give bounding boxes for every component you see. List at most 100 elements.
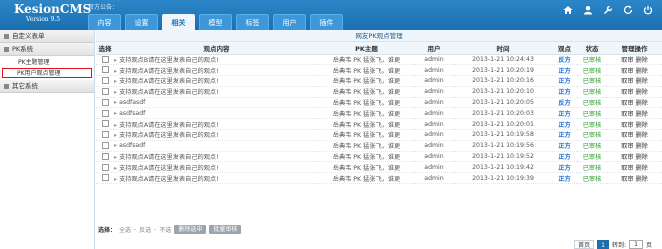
- unapprove-link[interactable]: 取审: [621, 100, 633, 107]
- tab-related[interactable]: 相关: [162, 14, 195, 30]
- row-topic: 岳典韦 PK 猛张飞，谁更: [319, 161, 414, 174]
- user-icon[interactable]: [582, 4, 594, 16]
- delete-link[interactable]: 删除: [635, 68, 647, 75]
- row-time: 2013-1-21 10:19:58: [454, 129, 552, 141]
- delete-link[interactable]: 删除: [635, 176, 647, 183]
- col-header-user: 用户: [414, 42, 454, 55]
- delete-link[interactable]: 删除: [635, 111, 647, 118]
- row-select-cell: [96, 97, 114, 109]
- row-status: 已审核: [577, 75, 607, 87]
- delete-link[interactable]: 删除: [635, 100, 647, 107]
- row-checkbox[interactable]: [101, 88, 109, 96]
- tab-model[interactable]: 模型: [199, 14, 232, 30]
- first-page-link[interactable]: 首页: [574, 240, 595, 249]
- row-checkbox[interactable]: [101, 152, 109, 160]
- delete-link[interactable]: 删除: [635, 122, 647, 129]
- row-content: ▸ 支持观点A请在这里发表自己的观点!: [114, 172, 319, 185]
- delete-link[interactable]: 删除: [635, 78, 647, 85]
- row-checkbox[interactable]: [101, 109, 109, 117]
- delete-link[interactable]: 删除: [635, 132, 647, 139]
- row-side: 正方: [552, 140, 577, 152]
- unapprove-link[interactable]: 取审: [621, 57, 633, 64]
- row-side: 反方: [552, 54, 577, 66]
- sidebar-group-other[interactable]: 其它系统: [0, 80, 94, 93]
- row-checkbox[interactable]: [101, 98, 109, 106]
- tab-settings[interactable]: 设置: [125, 14, 158, 30]
- current-page[interactable]: 1: [597, 240, 609, 249]
- table-row: ▸ asdfasdf 岳典韦 PK 猛张飞，谁更 admin 2013-1-21 10…: [96, 97, 662, 109]
- row-content: ▸ asdfsadf: [114, 107, 319, 120]
- table-row: ▸ 支持观点B请在这里发表自己的观点! 岳典韦 PK 猛张飞，谁更 admin 201…: [96, 54, 662, 66]
- tab-users[interactable]: 用户: [273, 14, 306, 30]
- unapprove-link[interactable]: 取审: [621, 143, 633, 150]
- sidebar-item-pk-opinions[interactable]: PK用户观点管理: [2, 68, 92, 78]
- row-actions: 取审 删除: [607, 54, 662, 66]
- row-side: 正方: [552, 107, 577, 120]
- row-content: ▸ 支持观点B请在这里发表自己的观点!: [114, 54, 319, 66]
- tab-tags[interactable]: 标签: [236, 14, 269, 30]
- row-checkbox[interactable]: [101, 131, 109, 139]
- row-actions: 取审 删除: [607, 97, 662, 109]
- row-content: ▸ 支持观点A请在这里发表自己的观点!: [114, 161, 319, 174]
- row-select-cell: [96, 140, 114, 152]
- row-topic: 岳典韦 PK 猛张飞，谁更: [319, 107, 414, 120]
- row-user: admin: [414, 140, 454, 152]
- refresh-icon[interactable]: [622, 4, 634, 16]
- row-select-cell: [96, 129, 114, 141]
- tab-content[interactable]: 内容: [88, 14, 121, 30]
- row-topic: 岳典韦 PK 猛张飞，谁更: [319, 140, 414, 152]
- table-row: ▸ 支持观点A请在这里发表自己的观点! 岳典韦 PK 猛张飞，谁更 admin 201…: [96, 64, 662, 77]
- col-header-content: 观点内容: [114, 42, 319, 55]
- row-select-cell: [96, 54, 114, 66]
- row-status: 已审核: [577, 172, 607, 185]
- table-row: ▸ 支持观点A请在这里发表自己的观点! 岳典韦 PK 猛张飞，谁更 admin 201…: [96, 75, 662, 87]
- logo-name: KesionCMS: [14, 2, 92, 16]
- delete-selected-button[interactable]: 删除选中: [174, 224, 207, 234]
- select-none-link[interactable]: 不选: [159, 225, 171, 234]
- row-actions: 取审 删除: [607, 151, 662, 163]
- unapprove-link[interactable]: 取审: [621, 176, 633, 183]
- row-checkbox[interactable]: [101, 66, 109, 74]
- unapprove-link[interactable]: 取审: [621, 89, 633, 96]
- row-select-cell: [96, 64, 114, 77]
- logo-version: Version 9.5: [26, 16, 61, 23]
- row-status: 已审核: [577, 97, 607, 109]
- delete-link[interactable]: 删除: [635, 89, 647, 96]
- unapprove-link[interactable]: 取审: [621, 111, 633, 118]
- row-topic: 岳典韦 PK 猛张飞，谁更: [319, 151, 414, 163]
- unapprove-link[interactable]: 取审: [621, 122, 633, 129]
- select-invert-link[interactable]: 反选: [139, 225, 151, 234]
- tools-icon[interactable]: [602, 4, 614, 16]
- row-checkbox[interactable]: [101, 163, 109, 171]
- row-checkbox[interactable]: [101, 55, 109, 63]
- row-actions: 取审 删除: [607, 140, 662, 152]
- row-checkbox[interactable]: [101, 120, 109, 128]
- row-actions: 取审 删除: [607, 107, 662, 120]
- row-checkbox[interactable]: [101, 174, 109, 182]
- row-checkbox[interactable]: [101, 142, 109, 150]
- select-all-link[interactable]: 全选: [119, 225, 131, 234]
- unapprove-link[interactable]: 取审: [621, 78, 633, 85]
- unapprove-link[interactable]: 取审: [621, 165, 633, 172]
- delete-link[interactable]: 删除: [635, 143, 647, 150]
- row-checkbox[interactable]: [101, 77, 109, 85]
- sidebar-group-pk-system[interactable]: PK系统: [0, 43, 94, 56]
- delete-link[interactable]: 删除: [635, 165, 647, 172]
- unapprove-link[interactable]: 取审: [621, 68, 633, 75]
- batch-approve-button[interactable]: 批量审核: [209, 224, 242, 234]
- sidebar-group-label: 其它系统: [12, 81, 38, 90]
- goto-page-input[interactable]: 1: [628, 240, 643, 249]
- page-unit-label: 页: [645, 242, 652, 249]
- sidebar-group-custom-forms[interactable]: 自定义表单: [0, 30, 94, 43]
- unapprove-link[interactable]: 取审: [621, 132, 633, 139]
- table-row: ▸ 支持观点A请在这里发表自己的观点! 岳典韦 PK 猛张飞，谁更 admin 201…: [96, 129, 662, 141]
- home-icon[interactable]: [562, 4, 574, 16]
- notice-label: 官方公告：: [88, 4, 119, 11]
- row-actions: 取审 删除: [607, 118, 662, 131]
- sidebar-item-pk-topic[interactable]: PK主题管理: [0, 58, 94, 68]
- tab-plugins[interactable]: 插件: [310, 14, 343, 30]
- delete-link[interactable]: 删除: [635, 154, 647, 161]
- power-icon[interactable]: [642, 4, 654, 16]
- unapprove-link[interactable]: 取审: [621, 154, 633, 161]
- delete-link[interactable]: 删除: [635, 57, 647, 64]
